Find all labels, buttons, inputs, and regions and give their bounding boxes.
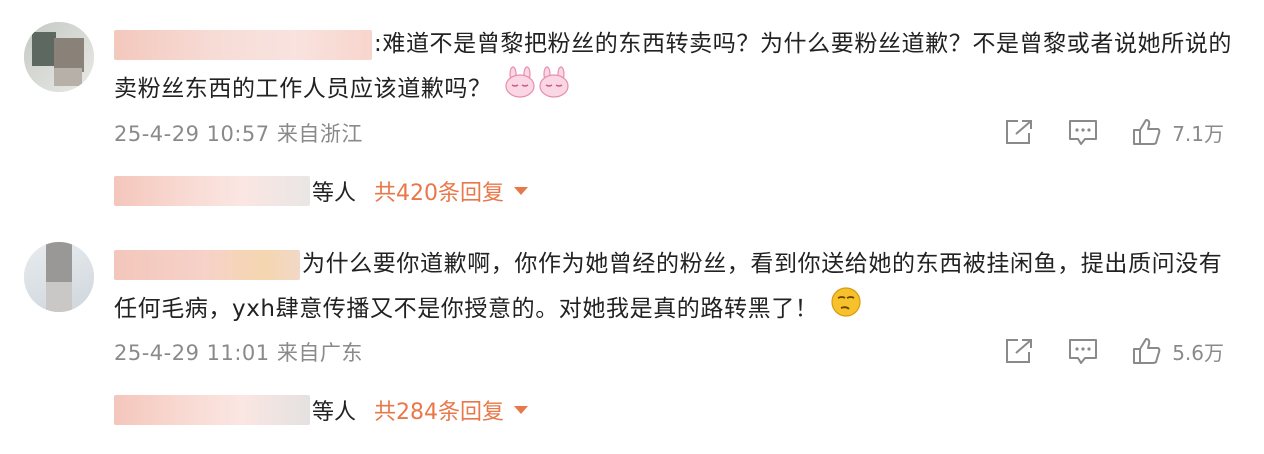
- reply-names-redacted: [114, 176, 310, 206]
- comment-meta: 25-4-29 11:01 来自广东: [114, 341, 363, 365]
- comment-actions: 7.1万: [1004, 117, 1224, 147]
- comment-actions: 5.6万: [1004, 336, 1224, 366]
- replies-link[interactable]: 等人 共284条回复: [114, 394, 529, 426]
- thumbs-up-icon: [1133, 338, 1161, 364]
- comment-icon: [1069, 120, 1098, 145]
- replies-link[interactable]: 等人 共420条回复: [114, 175, 529, 207]
- chevron-down-icon[interactable]: [514, 187, 529, 195]
- like-count: 7.1万: [1172, 121, 1224, 146]
- chevron-down-icon[interactable]: [514, 406, 529, 414]
- replies-count[interactable]: 共284条回复: [374, 394, 504, 426]
- comment-body: 为什么要你道歉啊，你作为她曾经的粉丝，看到你送给她的东西被挂闲鱼，提出质问没有任…: [114, 242, 1234, 333]
- comment-icon: [1069, 339, 1098, 364]
- thumbs-up-icon: [1133, 119, 1161, 145]
- avatar[interactable]: [24, 242, 94, 312]
- reply-names-redacted: [114, 395, 310, 425]
- avatar[interactable]: [24, 22, 94, 92]
- comment-item: :难道不是曾黎把粉丝的东西转卖吗？为什么要粉丝道歉？不是曾黎或者说她所说的卖粉丝…: [0, 0, 1264, 225]
- replies-count[interactable]: 共420条回复: [374, 175, 504, 207]
- like-button[interactable]: 5.6万: [1132, 337, 1224, 366]
- bunny-emoji: [504, 66, 574, 113]
- replies-suffix: 等人: [312, 181, 357, 206]
- share-button[interactable]: [1004, 118, 1034, 146]
- comment-button[interactable]: [1068, 337, 1098, 365]
- comment-item: 为什么要你道歉啊，你作为她曾经的粉丝，看到你送给她的东西被挂闲鱼，提出质问没有任…: [0, 225, 1264, 454]
- share-icon: [1006, 339, 1033, 363]
- like-button[interactable]: 7.1万: [1132, 118, 1224, 147]
- like-count: 5.6万: [1172, 340, 1224, 365]
- replies-suffix: 等人: [312, 400, 357, 425]
- share-button[interactable]: [1004, 337, 1034, 365]
- share-icon: [1006, 120, 1033, 144]
- smirk-emoji: [830, 286, 862, 333]
- username-redacted[interactable]: [114, 29, 372, 60]
- username-redacted[interactable]: [114, 249, 300, 280]
- comment-body: :难道不是曾黎把粉丝的东西转卖吗？为什么要粉丝道歉？不是曾黎或者说她所说的卖粉丝…: [114, 22, 1234, 113]
- comment-button[interactable]: [1068, 118, 1098, 146]
- comment-meta: 25-4-29 10:57 来自浙江: [114, 122, 363, 146]
